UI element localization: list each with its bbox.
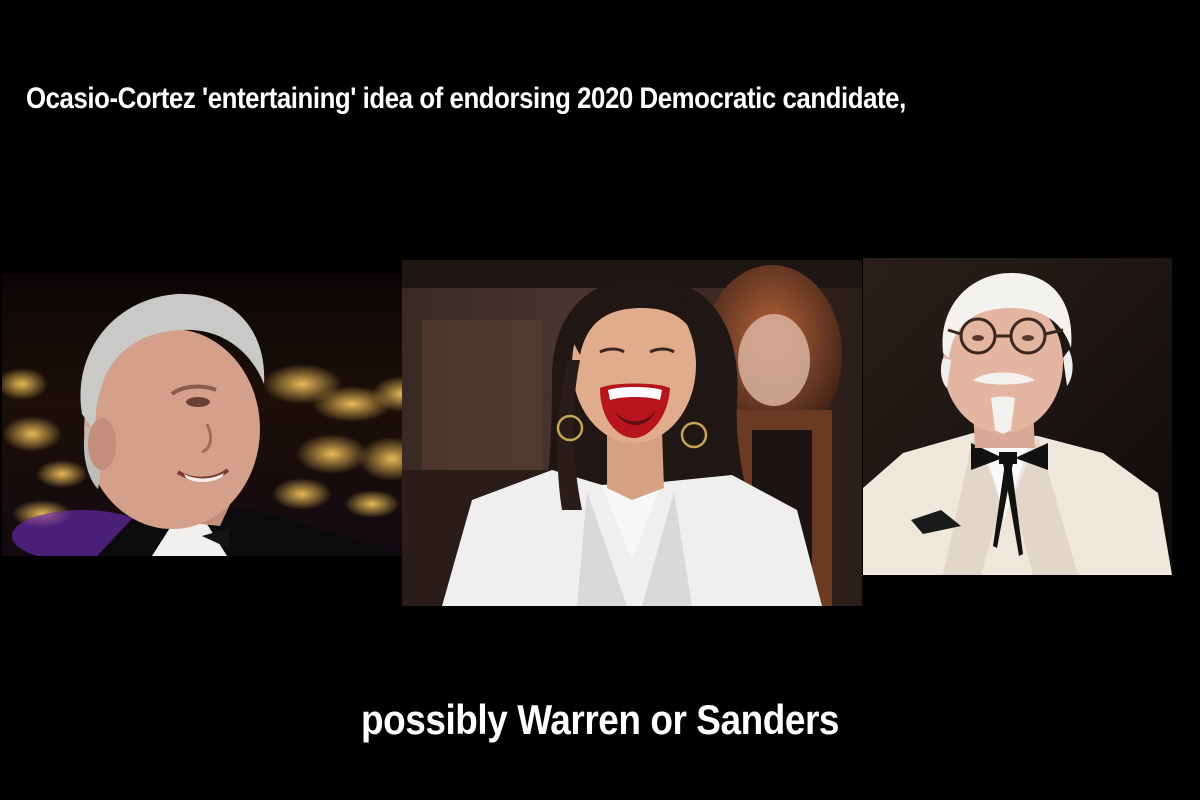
photo-white-suit-man: [863, 258, 1172, 575]
photo-laughing-woman: [402, 260, 862, 606]
headline-top: Ocasio-Cortez 'entertaining' idea of end…: [26, 82, 906, 115]
headline-bottom: possibly Warren or Sanders: [360, 696, 840, 743]
photo-older-man-tuxedo: [2, 274, 425, 556]
